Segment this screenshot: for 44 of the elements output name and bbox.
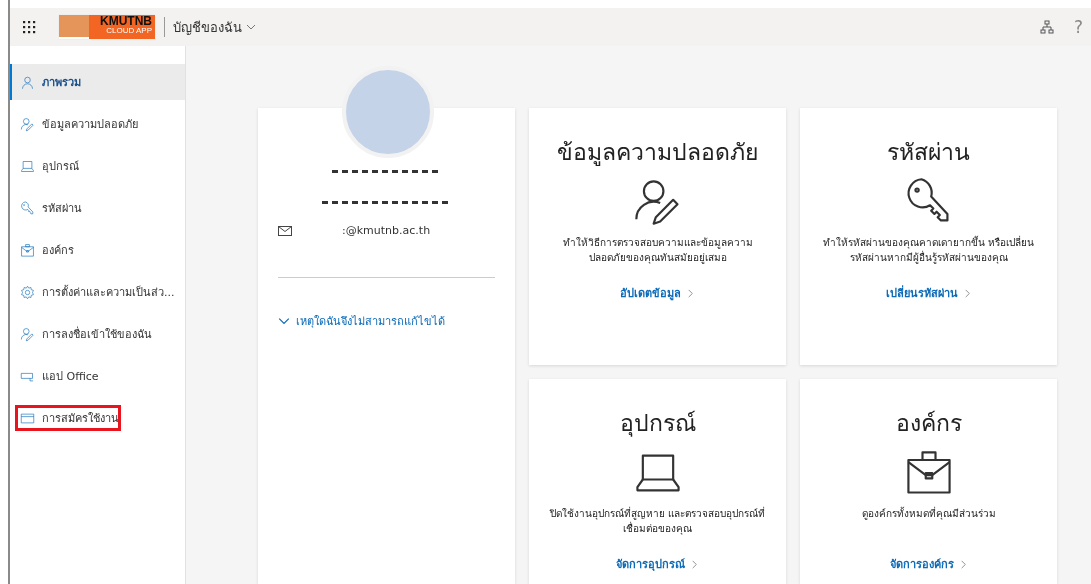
card-link[interactable]: จัดการอุปกรณ์: [616, 555, 699, 573]
chevron-down-icon: [278, 315, 290, 327]
chevron-right-icon: [962, 288, 972, 298]
sidebar-item[interactable]: แอป Office: [10, 358, 185, 394]
briefcase-icon: [20, 242, 35, 258]
chevron-right-icon: [690, 559, 699, 569]
sidebar-item[interactable]: ข้อมูลความปลอดภัย: [10, 106, 185, 142]
card-title: องค์กร: [895, 409, 962, 438]
chevron-right-icon: [686, 288, 695, 298]
sidebar-item[interactable]: รหัสผ่าน: [10, 190, 185, 226]
sidebar-item[interactable]: องค์กร: [10, 232, 185, 268]
person-pencil-icon: [20, 326, 35, 342]
sidebar-item[interactable]: การสมัครใช้งาน: [10, 400, 126, 436]
card-link[interactable]: เปลี่ยนรหัสผ่าน: [885, 284, 972, 302]
why-cant-edit-expander[interactable]: เหตุใดฉันจึงไม่สามารถแก้ไขได้: [278, 312, 495, 330]
card-description: ทำให้รหัสผ่านของคุณคาดเดายากขึ้น หรือเปลี่ยนรหัสผ่านหากมีผู้อื่นรู้รหัสผ่านของคุณ: [821, 236, 1036, 266]
card-link[interactable]: อัปเดตข้อมูล: [620, 284, 695, 302]
sidebar-item[interactable]: การลงชื่อเข้าใช้ของฉัน: [10, 316, 185, 352]
mail-icon: [278, 225, 292, 236]
laptop-icon: [20, 158, 35, 174]
seal-emblem-icon: [59, 15, 89, 37]
card-link[interactable]: จัดการองค์กร: [889, 555, 968, 573]
card-description: ดูองค์กรทั้งหมดที่คุณมีส่วนร่วม: [861, 507, 996, 522]
card-title: รหัสผ่าน: [887, 138, 970, 167]
card-description: ทำให้วิธีการตรวจสอบความและข้อมูลความปลอดภัยของคุณทันสมัยอยู่เสมอ: [561, 236, 754, 266]
chevron-down-icon: [246, 22, 256, 32]
person-pencil-icon: [20, 116, 35, 132]
card-title: ข้อมูลความปลอดภัย: [557, 138, 758, 168]
app-launcher-icon[interactable]: [22, 20, 36, 34]
key-icon: [20, 200, 35, 216]
gear-icon: [20, 284, 35, 300]
org-chart-icon[interactable]: [1039, 20, 1054, 34]
card-description: ปิดใช้งานอุปกรณ์ที่สูญหาย และตรวจสอบอุปกรณ์ที่เชื่อมต่อของคุณ: [548, 507, 767, 537]
sidebar-item[interactable]: การตั้งค่าและความเป็นส่ว...: [10, 274, 185, 310]
email-text: :@kmutnb.ac.th: [342, 224, 431, 237]
logo-title: KMUTNB: [100, 15, 152, 27]
card-icon: [20, 410, 35, 426]
logo-subtitle: CLOUD APP: [106, 27, 152, 35]
chevron-right-icon: [958, 559, 968, 569]
account-menu[interactable]: บัญชีของฉัน: [173, 16, 256, 38]
sidebar-item[interactable]: อุปกรณ์: [10, 148, 185, 184]
card-title: อุปกรณ์: [619, 409, 696, 439]
sidebar-item[interactable]: ภาพรวม: [10, 64, 185, 100]
person-icon: [20, 74, 35, 90]
